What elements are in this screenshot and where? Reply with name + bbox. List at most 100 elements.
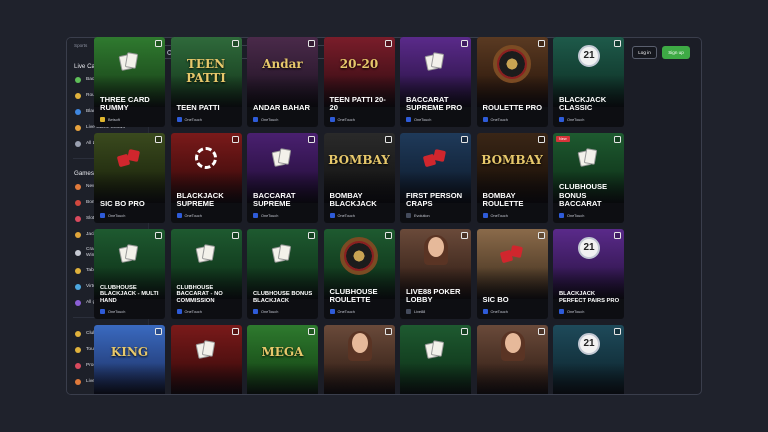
game-tile[interactable]: BOMBAY Bombay Roulette OneTouch [476, 133, 548, 223]
provider-name: OneTouch [261, 213, 279, 218]
favorite-checkbox[interactable] [614, 232, 621, 239]
new-badge: New [556, 136, 570, 142]
game-tile[interactable]: New Clubhouse Bonus Baccarat OneTouch [553, 133, 624, 223]
game-title: Blackjack Supreme [176, 190, 224, 209]
game-tile[interactable] [400, 325, 471, 394]
game-tile[interactable]: Blackjack Supreme OneTouch [170, 133, 242, 223]
game-tile[interactable]: Sic Bo Pro OneTouch [94, 133, 165, 223]
game-provider: OneTouch [253, 213, 278, 218]
favorite-checkbox[interactable] [384, 136, 392, 143]
favorite-checkbox[interactable] [461, 136, 468, 143]
game-tile[interactable]: Clubhouse Roulette OneTouch [323, 229, 395, 319]
casino-chip-icon [194, 147, 217, 169]
favorite-checkbox[interactable] [308, 232, 315, 239]
game-tile[interactable]: Clubhouse Bonus Blackjack OneTouch [247, 229, 318, 319]
card-icon [75, 77, 81, 83]
favorite-checkbox[interactable] [384, 328, 392, 335]
game-provider: Betsoft [100, 117, 120, 122]
game-tile[interactable]: MEGA [247, 325, 318, 394]
game-title: Baccarat Supreme Pro [406, 94, 463, 113]
rocket-icon [75, 250, 81, 256]
dealer-portrait [500, 331, 525, 361]
provider-name: OneTouch [337, 117, 355, 122]
favorite-checkbox[interactable] [155, 328, 162, 335]
game-tile[interactable] [170, 325, 242, 394]
game-artwork: Andar [247, 37, 318, 107]
favorite-checkbox[interactable] [461, 232, 468, 239]
game-title: Clubhouse Blackjack - Multi Hand [100, 284, 159, 305]
playing-cards-icon [269, 148, 293, 167]
favorite-checkbox[interactable] [614, 328, 621, 335]
game-tile[interactable]: Live88 Poker Lobby Live88 [400, 229, 471, 319]
game-title: Roulette Pro [482, 103, 543, 113]
favorite-checkbox[interactable] [231, 328, 239, 335]
game-title: Teen Patti [176, 103, 220, 113]
favorite-checkbox[interactable] [155, 40, 162, 47]
login-button[interactable]: Log in [632, 46, 657, 59]
game-provider: OneTouch [253, 117, 278, 122]
playing-cards-icon [269, 244, 293, 263]
blackjack-21-badge: 21 [578, 237, 600, 259]
game-provider: OneTouch [329, 117, 355, 122]
favorite-checkbox[interactable] [155, 232, 162, 239]
provider-logo-icon [100, 213, 105, 218]
game-tile[interactable]: 21 Blackjack Perfect Pairs Pro OneTouch [553, 229, 624, 319]
favorite-checkbox[interactable] [231, 40, 239, 47]
game-logo-text: 20-20 [339, 57, 379, 71]
favorite-checkbox[interactable] [537, 328, 545, 335]
game-provider: OneTouch [176, 117, 202, 122]
provider-name: OneTouch [337, 213, 355, 218]
favorite-checkbox[interactable] [308, 328, 315, 335]
favorite-checkbox[interactable] [614, 40, 621, 47]
game-tile[interactable]: Sic Bo OneTouch [476, 229, 548, 319]
game-tile[interactable]: Baccarat Supreme Pro OneTouch [400, 37, 471, 127]
game-artwork: 21 [553, 229, 624, 299]
game-tile[interactable]: Three Card Rummy Betsoft [94, 37, 165, 127]
game-tile[interactable]: KING [94, 325, 165, 394]
favorite-checkbox[interactable] [614, 136, 621, 143]
provider-logo-icon [482, 117, 488, 122]
favorite-checkbox[interactable] [461, 40, 468, 47]
game-tile[interactable] [323, 325, 395, 394]
provider-name: OneTouch [261, 309, 279, 314]
game-tile[interactable] [476, 325, 548, 394]
game-tile[interactable]: BOMBAY Bombay Blackjack OneTouch [323, 133, 395, 223]
game-tile[interactable]: TEEN PATTI Teen Patti OneTouch [170, 37, 242, 127]
dice-icon [499, 244, 523, 265]
signup-button[interactable]: Sign up [662, 46, 690, 59]
game-tile[interactable]: Roulette Pro OneTouch [476, 37, 548, 127]
game-tile[interactable]: Baccarat Supreme OneTouch [247, 133, 318, 223]
game-title: First Person Craps [406, 190, 463, 209]
game-tile[interactable]: Clubhouse Baccarat - No Commission OneTou… [170, 229, 242, 319]
favorite-checkbox[interactable] [384, 232, 392, 239]
game-tile[interactable]: Clubhouse Blackjack - Multi Hand OneTouch [94, 229, 165, 319]
game-tile[interactable]: First Person Craps Evolution [400, 133, 471, 223]
favorite-checkbox[interactable] [308, 136, 315, 143]
game-tile[interactable]: 21 Blackjack Classic OneTouch [553, 37, 624, 127]
favorite-checkbox[interactable] [461, 328, 468, 335]
sports-tab[interactable]: Sports [74, 43, 87, 48]
playing-cards-icon [575, 148, 599, 167]
game-artwork [400, 325, 471, 394]
game-title: Clubhouse Bonus Blackjack [253, 291, 313, 305]
game-provider: OneTouch [559, 309, 584, 314]
favorite-checkbox[interactable] [231, 232, 239, 239]
game-tile[interactable]: 20-20 Teen Patti 20-20 OneTouch [323, 37, 395, 127]
favorite-checkbox[interactable] [537, 232, 545, 239]
favorite-checkbox[interactable] [537, 136, 545, 143]
favorite-checkbox[interactable] [384, 40, 392, 47]
game-artwork: TEEN PATTI [170, 37, 242, 107]
favorite-checkbox[interactable] [155, 136, 162, 143]
game-tile[interactable]: 21 [553, 325, 624, 394]
new-icon [75, 184, 81, 190]
favorite-checkbox[interactable] [537, 40, 545, 47]
favorite-checkbox[interactable] [231, 136, 239, 143]
provider-name: OneTouch [108, 309, 126, 314]
game-tile[interactable]: Andar Andar Bahar OneTouch [247, 37, 318, 127]
game-provider: OneTouch [253, 309, 278, 314]
provider-name: OneTouch [567, 117, 585, 122]
blackjack-21-badge: 21 [578, 333, 600, 355]
blackjack-icon [75, 109, 81, 115]
favorite-checkbox[interactable] [308, 40, 315, 47]
slots-icon [75, 216, 81, 222]
